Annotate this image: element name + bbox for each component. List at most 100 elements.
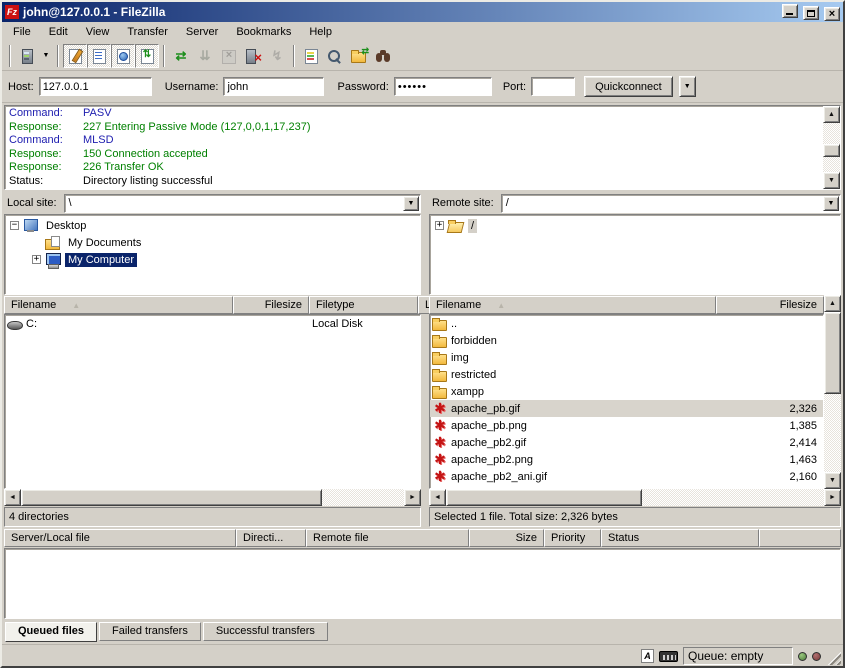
toggle-local-tree-button[interactable] bbox=[87, 44, 111, 68]
tab-queued-files[interactable]: Queued files bbox=[5, 622, 97, 642]
filename-text: apache_pb2.gif bbox=[451, 437, 526, 449]
column-header-filesize[interactable]: Filesize bbox=[233, 296, 309, 314]
column-header-directi-[interactable]: Directi... bbox=[236, 529, 306, 547]
column-header-label: Filesize bbox=[780, 299, 817, 311]
local-site-combo[interactable]: \ ▼ bbox=[64, 194, 421, 213]
tab-successful-transfers[interactable]: Successful transfers bbox=[203, 622, 328, 641]
scroll-right-icon[interactable]: ► bbox=[824, 489, 841, 506]
sync-browsing-button[interactable]: ⇄ bbox=[347, 44, 371, 68]
quickconnect-dropdown-button[interactable]: ▼ bbox=[679, 76, 696, 97]
tree-item-my-computer[interactable]: +My Computer bbox=[5, 251, 420, 268]
menu-item-help[interactable]: Help bbox=[300, 24, 341, 40]
log-line-label: Command: bbox=[9, 134, 83, 148]
transfer-queue-icon bbox=[138, 48, 156, 64]
remote-hscrollbar[interactable]: ◄ ► bbox=[429, 489, 841, 506]
scrollbar-track[interactable] bbox=[823, 123, 840, 144]
menu-item-bookmarks[interactable]: Bookmarks bbox=[227, 24, 300, 40]
scrollbar-track[interactable] bbox=[642, 489, 824, 506]
remote-site-combo[interactable]: / ▼ bbox=[501, 194, 841, 213]
message-log-scrollbar[interactable]: ▲ ▼ bbox=[823, 106, 840, 189]
tab-failed-transfers[interactable]: Failed transfers bbox=[99, 622, 201, 641]
column-header-filetype[interactable]: Filetype bbox=[309, 296, 418, 314]
file-row-img[interactable]: img bbox=[430, 349, 823, 366]
file-row-apache-pb2-png[interactable]: ✱apache_pb2.png1,463 bbox=[430, 451, 823, 468]
toggle-message-log-button[interactable] bbox=[63, 44, 87, 68]
column-header-filename[interactable]: Filename▲ bbox=[429, 296, 716, 314]
cancel-icon bbox=[220, 48, 238, 64]
tree-item-my-documents[interactable]: My Documents bbox=[5, 234, 420, 251]
column-header-remote-file[interactable]: Remote file bbox=[306, 529, 469, 547]
image-file-icon: ✱ bbox=[432, 435, 448, 451]
scroll-up-icon[interactable]: ▲ bbox=[824, 295, 841, 312]
file-row-apache-pb-png[interactable]: ✱apache_pb.png1,385 bbox=[430, 417, 823, 434]
file-row-c-[interactable]: C:Local Disk bbox=[5, 315, 420, 332]
scrollbar-track[interactable] bbox=[824, 394, 841, 472]
column-header-server-local-file[interactable]: Server/Local file bbox=[4, 529, 236, 547]
scroll-left-icon[interactable]: ◄ bbox=[429, 489, 446, 506]
expand-icon[interactable]: + bbox=[435, 221, 444, 230]
file-row-restricted[interactable]: restricted bbox=[430, 366, 823, 383]
tree-item-desktop[interactable]: −Desktop bbox=[5, 217, 420, 234]
combo-dropdown-button[interactable]: ▼ bbox=[403, 196, 419, 211]
scrollbar-thumb[interactable] bbox=[21, 489, 322, 506]
log-line-text: MLSD bbox=[83, 134, 114, 146]
column-header-filler bbox=[759, 529, 841, 547]
scroll-right-icon[interactable]: ► bbox=[404, 489, 421, 506]
column-header-status[interactable]: Status bbox=[601, 529, 759, 547]
menu-item-edit[interactable]: Edit bbox=[40, 24, 77, 40]
host-input[interactable] bbox=[39, 77, 152, 96]
filter-button[interactable] bbox=[299, 44, 323, 68]
scroll-up-icon[interactable]: ▲ bbox=[823, 106, 840, 123]
scroll-down-icon[interactable]: ▼ bbox=[823, 172, 840, 189]
site-manager-button[interactable] bbox=[15, 44, 39, 68]
find-files-button[interactable] bbox=[371, 44, 395, 68]
password-input[interactable] bbox=[394, 77, 492, 96]
remote-vscrollbar[interactable]: ▲ ▼ bbox=[824, 295, 841, 489]
expand-icon[interactable]: + bbox=[32, 255, 41, 264]
minimize-button[interactable] bbox=[782, 4, 798, 18]
file-row-apache-pb-gif[interactable]: ✱apache_pb.gif2,326 bbox=[430, 400, 823, 417]
username-input[interactable] bbox=[223, 77, 324, 96]
site-manager-dropdown-button[interactable]: ▼ bbox=[39, 44, 53, 68]
file-row-apache-pb2-gif[interactable]: ✱apache_pb2.gif2,414 bbox=[430, 434, 823, 451]
toggle-remote-tree-button[interactable] bbox=[111, 44, 135, 68]
menu-item-server[interactable]: Server bbox=[177, 24, 227, 40]
collapse-icon[interactable]: − bbox=[10, 221, 19, 230]
disconnect-button[interactable] bbox=[241, 44, 265, 68]
quickconnect-button[interactable]: Quickconnect bbox=[584, 76, 673, 97]
scrollbar-track[interactable] bbox=[322, 489, 404, 506]
file-row-forbidden[interactable]: forbidden bbox=[430, 332, 823, 349]
port-label: Port: bbox=[503, 81, 526, 93]
compare-directories-button[interactable] bbox=[323, 44, 347, 68]
menu-item-view[interactable]: View bbox=[77, 24, 119, 40]
column-header-size[interactable]: Size bbox=[469, 529, 544, 547]
file-row-xampp[interactable]: xampp bbox=[430, 383, 823, 400]
file-row-apache-pb2-ani-gif[interactable]: ✱apache_pb2_ani.gif2,160 bbox=[430, 468, 823, 485]
menu-item-transfer[interactable]: Transfer bbox=[118, 24, 177, 40]
refresh-button[interactable]: ⇄ bbox=[169, 44, 193, 68]
local-hscrollbar[interactable]: ◄ ► bbox=[4, 489, 421, 506]
close-button[interactable]: × bbox=[824, 7, 840, 21]
filename-text: apache_pb2.png bbox=[451, 454, 533, 466]
menu-item-file[interactable]: File bbox=[4, 24, 40, 40]
resize-grip[interactable] bbox=[826, 650, 841, 665]
titlebar[interactable]: Fz john@127.0.0.1 - FileZilla × bbox=[2, 2, 843, 22]
scroll-left-icon[interactable]: ◄ bbox=[4, 489, 21, 506]
toggle-transfer-queue-button[interactable] bbox=[135, 44, 159, 68]
column-header-priority[interactable]: Priority bbox=[544, 529, 601, 547]
menubar: FileEditViewTransferServerBookmarksHelp bbox=[2, 22, 843, 41]
tree-item--[interactable]: +/ bbox=[430, 217, 840, 234]
scroll-down-icon[interactable]: ▼ bbox=[824, 472, 841, 489]
log-line-text: 227 Entering Passive Mode (127,0,0,1,17,… bbox=[83, 121, 310, 133]
scrollbar-thumb[interactable] bbox=[446, 489, 642, 506]
column-header-filename[interactable]: Filename▲ bbox=[4, 296, 233, 314]
scrollbar-track[interactable] bbox=[823, 157, 840, 172]
maximize-button[interactable] bbox=[803, 6, 819, 20]
port-input[interactable] bbox=[531, 77, 575, 96]
scrollbar-thumb[interactable] bbox=[824, 312, 841, 394]
scrollbar-thumb[interactable] bbox=[823, 144, 840, 157]
queue-tabs: Queued filesFailed transfersSuccessful t… bbox=[2, 620, 843, 644]
combo-dropdown-button[interactable]: ▼ bbox=[823, 196, 839, 211]
column-header-filesize[interactable]: Filesize bbox=[716, 296, 824, 314]
file-row--[interactable]: .. bbox=[430, 315, 823, 332]
